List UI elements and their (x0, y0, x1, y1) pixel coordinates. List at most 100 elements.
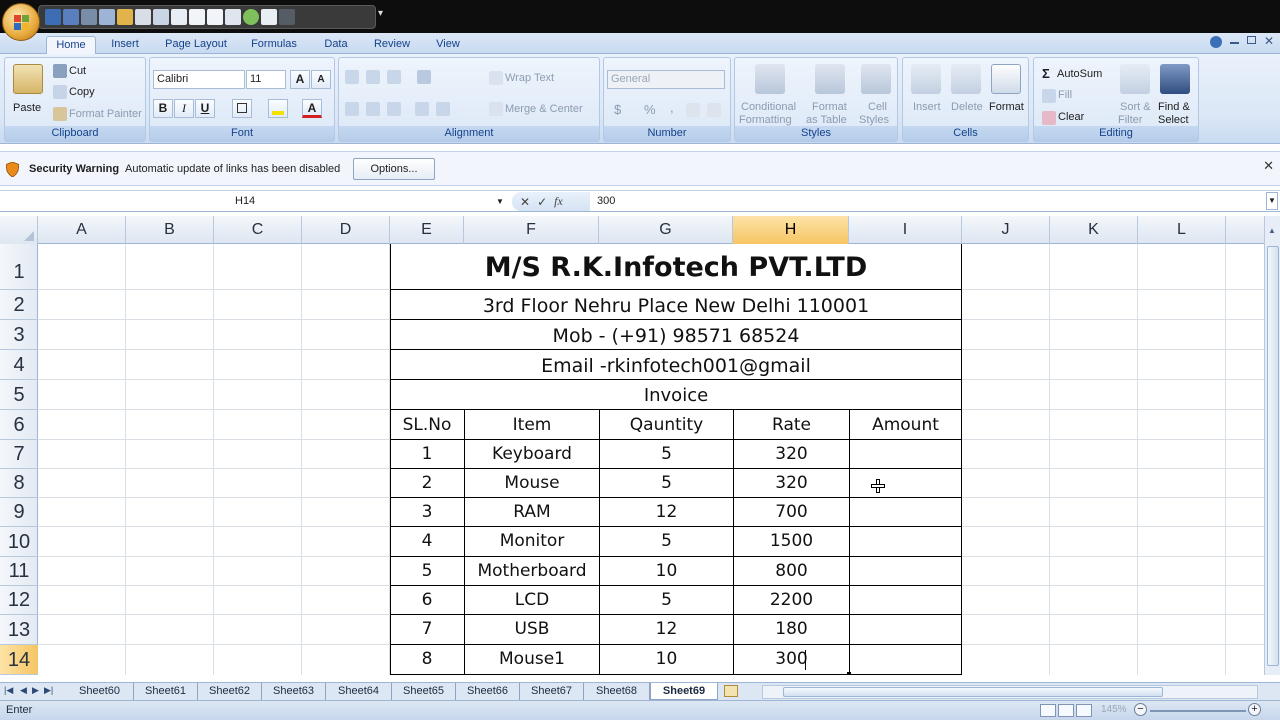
sort-filter-button[interactable]: Sort & (1120, 101, 1151, 113)
column-header-c[interactable]: C (214, 216, 302, 244)
close-icon[interactable]: ✕ (1263, 158, 1274, 174)
sheet-tab-66[interactable]: Sheet66 (456, 683, 520, 700)
sort-icon[interactable] (153, 9, 169, 25)
cut-button[interactable]: Cut (69, 65, 86, 77)
chevron-down-icon[interactable]: ▼ (496, 197, 504, 206)
column-header-k[interactable]: K (1050, 216, 1138, 244)
row-3-item[interactable]: RAM (465, 502, 599, 522)
eraser-icon[interactable] (1042, 111, 1056, 125)
restore-icon[interactable] (1246, 36, 1256, 44)
binoculars-icon[interactable] (1160, 64, 1190, 94)
merge-center-button[interactable]: Merge & Center (505, 103, 583, 115)
zoom-out-icon[interactable]: − (1134, 703, 1147, 716)
cut-icon[interactable] (53, 64, 67, 78)
font-size-select[interactable]: 11 (246, 70, 286, 89)
save-icon[interactable] (45, 9, 61, 25)
row-1-item[interactable]: Keyboard (465, 444, 599, 464)
column-header-a[interactable]: A (38, 216, 126, 244)
column-header-f[interactable]: F (464, 216, 599, 244)
row-header-1[interactable]: 1 (0, 244, 38, 290)
globe-icon[interactable] (243, 9, 259, 25)
row-5-sl[interactable]: 5 (390, 561, 464, 581)
percent-button[interactable]: % (644, 102, 656, 117)
format-painter-icon[interactable] (53, 107, 67, 121)
formula-input[interactable]: 300 (597, 192, 615, 211)
copy-icon[interactable] (53, 85, 67, 99)
shrink-font-button[interactable]: A (311, 70, 331, 89)
row-1-sl[interactable]: 1 (390, 444, 464, 464)
row-header-9[interactable]: 9 (0, 498, 38, 527)
copy-button[interactable]: Copy (69, 86, 95, 98)
format-cells-icon[interactable] (991, 64, 1021, 94)
row-4-rate[interactable]: 1500 (734, 531, 849, 551)
sheet-tab-63[interactable]: Sheet63 (262, 683, 326, 700)
increase-indent-icon[interactable] (436, 102, 450, 116)
column-header-h[interactable]: H (733, 216, 849, 244)
customize-qat-icon[interactable]: ▾ (378, 8, 383, 19)
scroll-thumb[interactable] (1267, 246, 1279, 666)
font-name-select[interactable]: Calibri (153, 70, 245, 89)
table-icon[interactable] (171, 9, 187, 25)
prev-sheet-icon[interactable]: ◀ (20, 685, 27, 696)
page-break-view-icon[interactable] (1076, 704, 1092, 717)
tab-review[interactable]: Review (369, 36, 415, 54)
row-8-sl[interactable]: 8 (390, 649, 464, 669)
row-header-12[interactable]: 12 (0, 586, 38, 615)
print-icon[interactable] (135, 9, 151, 25)
column-header-b[interactable]: B (126, 216, 214, 244)
insert-cells-button[interactable]: Insert (913, 101, 941, 113)
grid-icon[interactable] (279, 9, 295, 25)
bold-button[interactable]: B (153, 99, 173, 118)
sheet-tab-61[interactable]: Sheet61 (134, 683, 198, 700)
row-6-sl[interactable]: 6 (390, 590, 464, 610)
form-icon[interactable] (225, 9, 241, 25)
row-6-item[interactable]: LCD (465, 590, 599, 610)
enter-check-icon[interactable]: ✓ (537, 195, 547, 209)
row-3-qty[interactable]: 12 (600, 502, 733, 522)
underline-button[interactable]: U (195, 99, 215, 118)
align-left-icon[interactable] (345, 102, 359, 116)
folder-icon[interactable] (117, 9, 133, 25)
office-button[interactable] (2, 3, 40, 41)
sheet-tab-68[interactable]: Sheet68 (584, 683, 650, 700)
options-button[interactable]: Options... (353, 158, 435, 180)
row-8-qty[interactable]: 10 (600, 649, 733, 669)
sigma-icon[interactable]: Σ (1042, 66, 1050, 81)
row-7-rate[interactable]: 180 (734, 619, 849, 639)
row-header-6[interactable]: 6 (0, 410, 38, 440)
column-header-d[interactable]: D (302, 216, 390, 244)
grow-font-button[interactable]: A (290, 70, 310, 89)
sheet-tab-65[interactable]: Sheet65 (392, 683, 456, 700)
sheet-tab-67[interactable]: Sheet67 (520, 683, 584, 700)
wrap-text-icon[interactable] (489, 71, 503, 85)
row-5-rate[interactable]: 800 (734, 561, 849, 581)
format-cells-button[interactable]: Format (989, 101, 1024, 113)
format-as-table-icon[interactable] (815, 64, 845, 94)
align-bottom-icon[interactable] (387, 70, 401, 84)
column-header-i[interactable]: I (849, 216, 962, 244)
sheet-tab-69[interactable]: Sheet69 (650, 683, 718, 700)
row-header-7[interactable]: 7 (0, 440, 38, 469)
redo-icon[interactable] (81, 9, 97, 25)
comma-button[interactable]: , (670, 100, 674, 115)
list-icon[interactable] (261, 9, 277, 25)
horizontal-scrollbar[interactable] (762, 685, 1258, 699)
checkbox-icon[interactable] (207, 9, 223, 25)
clear-button[interactable]: Clear (1058, 111, 1084, 123)
zoom-in-icon[interactable]: + (1248, 703, 1261, 716)
row-4-sl[interactable]: 4 (390, 531, 464, 551)
row-header-8[interactable]: 8 (0, 469, 38, 498)
row-6-rate[interactable]: 2200 (734, 590, 849, 610)
column-header-e[interactable]: E (390, 216, 464, 244)
row-header-13[interactable]: 13 (0, 615, 38, 645)
row-4-qty[interactable]: 5 (600, 531, 733, 551)
font-color-button[interactable]: A (302, 99, 322, 118)
fill-handle[interactable] (847, 672, 851, 675)
row-1-qty[interactable]: 5 (600, 444, 733, 464)
cell-styles-button[interactable]: Cell (868, 101, 887, 113)
scroll-up-icon[interactable]: ▲ (1268, 226, 1276, 235)
row-2-item[interactable]: Mouse (465, 473, 599, 493)
tab-data[interactable]: Data (318, 36, 354, 54)
conditional-formatting-button[interactable]: Conditional (741, 101, 796, 113)
sheet-tab-64[interactable]: Sheet64 (326, 683, 392, 700)
